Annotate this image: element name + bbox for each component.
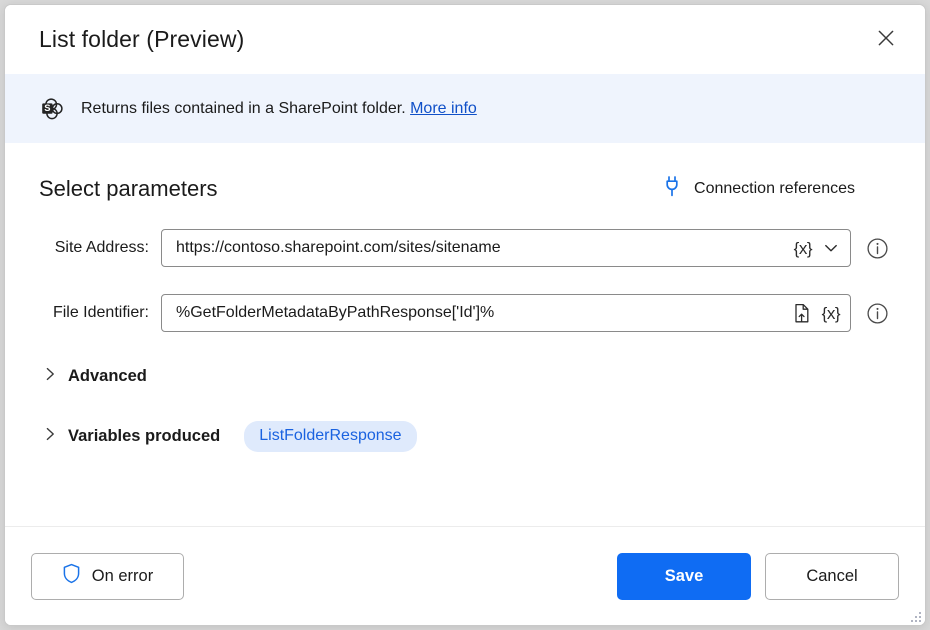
banner-description-text: Returns files contained in a SharePoint … (81, 100, 406, 117)
info-banner: S Returns files contained in a SharePoin… (5, 74, 925, 143)
parameters-header: Select parameters Connection references (39, 175, 891, 202)
expander-variables-produced-label: Variables produced (68, 427, 220, 446)
site-address-label: Site Address: (39, 239, 161, 257)
site-address-info-icon[interactable] (866, 237, 889, 260)
expander-variables-produced[interactable]: Variables produced ListFolderResponse (39, 421, 417, 452)
resize-grip-icon[interactable] (907, 608, 921, 622)
on-error-label: On error (92, 567, 153, 586)
sharepoint-icon: S (39, 96, 65, 122)
variable-glyph: {x} (822, 305, 840, 322)
chevron-down-icon[interactable] (820, 237, 842, 259)
variable-icon[interactable]: {x} (820, 303, 842, 324)
site-address-adornments: {x} (786, 237, 842, 259)
footer-actions: Save Cancel (617, 553, 899, 600)
file-identifier-label: File Identifier: (39, 304, 161, 322)
file-identifier-adornments: {x} (785, 301, 842, 326)
on-error-button[interactable]: On error (31, 553, 184, 600)
close-button[interactable] (865, 21, 907, 59)
dialog-footer: On error Save Cancel (5, 526, 925, 625)
plug-icon (662, 175, 682, 202)
expander-advanced-label: Advanced (68, 367, 147, 386)
close-icon (877, 29, 895, 50)
variable-pill-listfolderresponse[interactable]: ListFolderResponse (244, 421, 416, 452)
dialog-body: Select parameters Connection references … (5, 143, 925, 526)
file-identifier-field[interactable]: %GetFolderMetadataByPathResponse['Id']% … (161, 294, 851, 332)
site-address-field[interactable]: https://contoso.sharepoint.com/sites/sit… (161, 229, 851, 267)
svg-text:S: S (44, 102, 50, 113)
file-identifier-info-icon[interactable] (866, 302, 889, 325)
param-row-site-address: Site Address: https://contoso.sharepoint… (39, 229, 891, 267)
shield-icon (62, 563, 81, 589)
site-address-value: https://contoso.sharepoint.com/sites/sit… (176, 239, 786, 257)
list-folder-dialog: List folder (Preview) S Returns files co… (4, 4, 926, 626)
connection-references-button[interactable]: Connection references (662, 175, 855, 202)
connection-references-label: Connection references (694, 180, 855, 198)
page-title: List folder (Preview) (39, 26, 244, 53)
param-row-file-identifier: File Identifier: %GetFolderMetadataByPat… (39, 294, 891, 332)
file-identifier-value: %GetFolderMetadataByPathResponse['Id']% (176, 304, 785, 322)
expander-advanced[interactable]: Advanced (39, 366, 147, 387)
variable-glyph: {x} (794, 240, 812, 257)
file-picker-icon[interactable] (791, 301, 814, 326)
more-info-link[interactable]: More info (410, 100, 477, 117)
chevron-right-icon (44, 366, 57, 387)
variable-icon[interactable]: {x} (792, 238, 814, 259)
banner-description: Returns files contained in a SharePoint … (81, 100, 477, 118)
select-parameters-title: Select parameters (39, 176, 218, 202)
chevron-right-icon (44, 426, 57, 447)
save-button[interactable]: Save (617, 553, 751, 600)
cancel-button[interactable]: Cancel (765, 553, 899, 600)
dialog-titlebar: List folder (Preview) (5, 5, 925, 74)
